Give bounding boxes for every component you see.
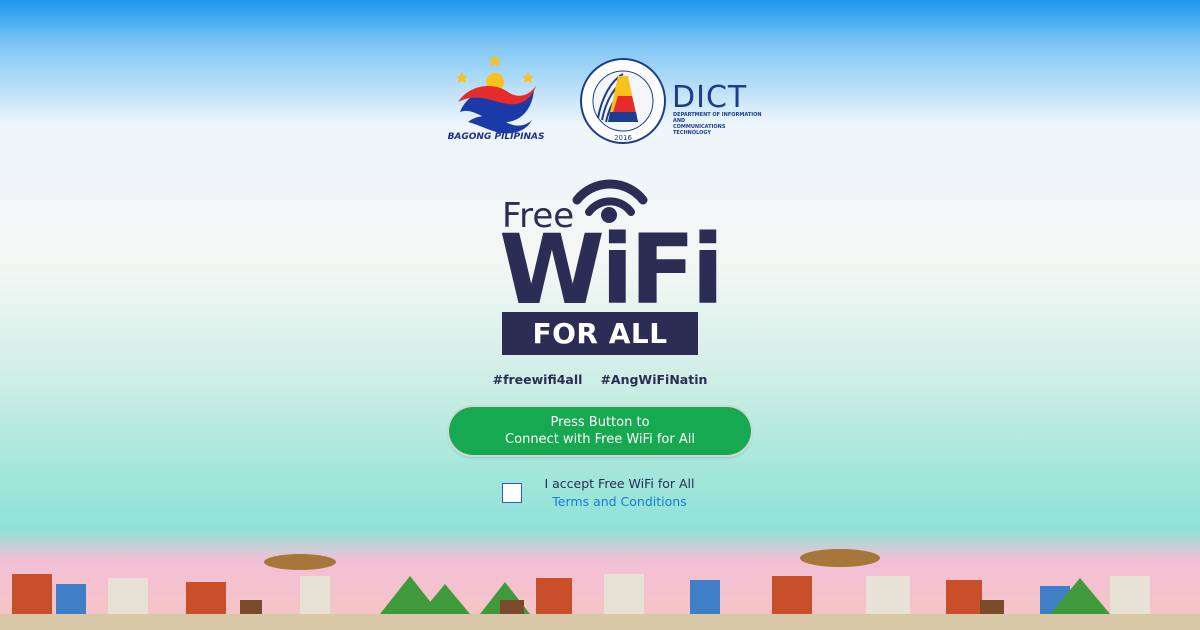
connect-button-line1: Press Button to bbox=[550, 415, 650, 430]
dict-seal-icon: 2016 bbox=[580, 58, 666, 144]
hashtag-freewifi4all: #freewifi4all bbox=[492, 372, 583, 387]
dict-subtitle-line1: DEPARTMENT OF INFORMATION AND bbox=[673, 112, 762, 124]
brand-for-all-banner: FOR ALL bbox=[502, 312, 698, 355]
brand-for-all: FOR ALL bbox=[532, 317, 668, 350]
terms-checkbox[interactable] bbox=[502, 483, 522, 503]
hashtag-angwifinatin: #AngWiFiNatin bbox=[600, 372, 708, 387]
town-illustration bbox=[0, 549, 1200, 630]
bagong-pilipinas-logo bbox=[456, 54, 536, 134]
bagong-pilipinas-label: BAGONG PILIPINAS bbox=[447, 132, 545, 142]
dict-subtitle: DEPARTMENT OF INFORMATION AND COMMUNICAT… bbox=[673, 112, 763, 136]
partner-logos: BAGONG PILIPINAS 2016 DICT DEPARTMENT OF… bbox=[0, 52, 1200, 152]
dict-acronym: DICT bbox=[672, 80, 748, 115]
accept-label: I accept Free WiFi for All bbox=[544, 476, 695, 491]
dict-seal-year: 2016 bbox=[614, 134, 632, 142]
connect-button[interactable]: Press Button to Connect with Free WiFi f… bbox=[449, 407, 751, 455]
terms-link[interactable]: Terms and Conditions bbox=[537, 494, 702, 509]
terms-acceptance: I accept Free WiFi for All Terms and Con… bbox=[502, 476, 722, 516]
brand-wifi: WiFi bbox=[499, 214, 724, 326]
dict-subtitle-line2: COMMUNICATIONS TECHNOLOGY bbox=[673, 124, 726, 136]
hashtags: #freewifi4all #AngWiFiNatin bbox=[0, 372, 1200, 387]
connect-button-line2: Connect with Free WiFi for All bbox=[505, 432, 695, 447]
